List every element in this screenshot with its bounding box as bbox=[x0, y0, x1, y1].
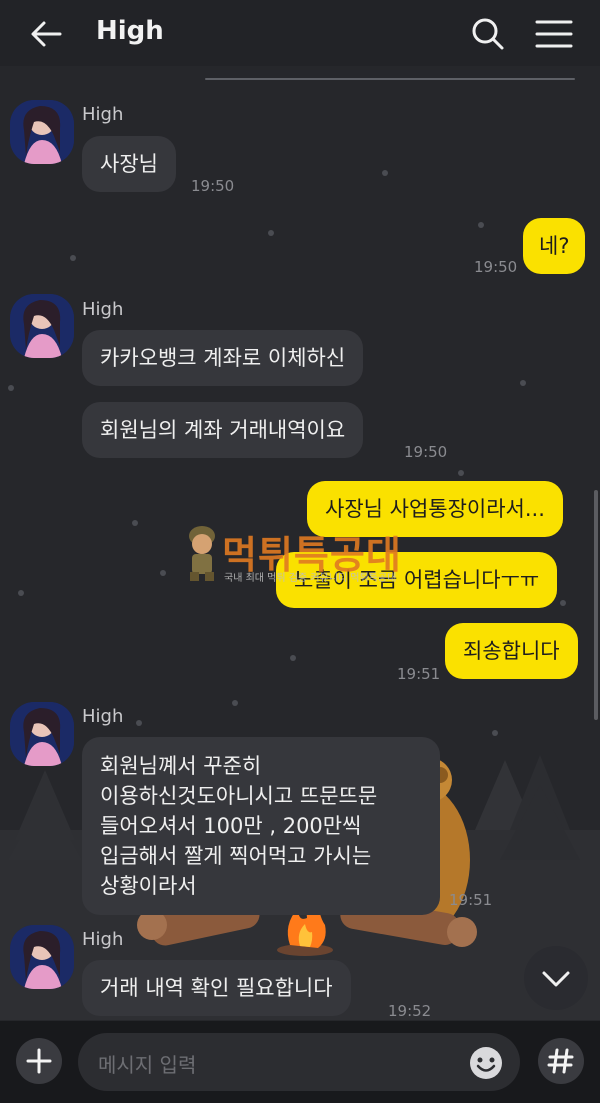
message-line: 들어오셔서 100만 , 200만씩 bbox=[100, 814, 362, 838]
avatar[interactable] bbox=[10, 100, 74, 164]
hash-icon bbox=[547, 1048, 574, 1074]
message-line: 상황이라서 bbox=[100, 874, 197, 898]
message-time: 19:52 bbox=[388, 1002, 432, 1020]
message-line: 회원님꼐서 꾸준히 bbox=[100, 754, 262, 778]
sender-name: High bbox=[82, 706, 124, 727]
message-bubble[interactable]: 거래 내역 확인 필요합니다 bbox=[82, 960, 351, 1016]
avatar[interactable] bbox=[10, 702, 74, 766]
hamburger-menu-icon[interactable] bbox=[532, 14, 576, 54]
message-time: 19:50 bbox=[191, 177, 235, 195]
chevron-down-icon bbox=[542, 971, 570, 987]
search-icon[interactable] bbox=[468, 14, 508, 54]
hashtag-button[interactable] bbox=[538, 1038, 584, 1084]
mascot-icon bbox=[189, 526, 215, 581]
emoji-icon[interactable] bbox=[468, 1045, 504, 1081]
message-line: 입금해서 짤게 찍어먹고 가시는 bbox=[100, 844, 372, 868]
message-time: 19:51 bbox=[397, 665, 441, 683]
attach-button[interactable] bbox=[16, 1038, 62, 1084]
chat-title: High bbox=[96, 16, 164, 46]
message-bubble[interactable]: 카카오뱅크 계좌로 이체하신 bbox=[82, 330, 364, 386]
message-input-placeholder: 메시지 입력 bbox=[98, 1053, 197, 1077]
back-arrow-icon[interactable] bbox=[26, 14, 66, 54]
watermark: 먹튀특공대 국내 최대 먹튀 검증 커뮤니티 먹튀특공대 bbox=[182, 520, 442, 590]
message-bubble[interactable]: 회원님의 계좌 거래내역이요 bbox=[82, 402, 364, 458]
scrollbar-thumb[interactable] bbox=[594, 490, 598, 720]
message-time: 19:51 bbox=[449, 891, 493, 909]
scroll-to-bottom-button[interactable] bbox=[524, 946, 588, 1010]
avatar[interactable] bbox=[10, 925, 74, 989]
message-time: 19:50 bbox=[404, 443, 448, 461]
message-bubble[interactable]: 네? bbox=[523, 218, 586, 274]
previous-message-edge bbox=[205, 78, 575, 80]
sender-name: High bbox=[82, 299, 124, 320]
plus-icon bbox=[26, 1048, 52, 1074]
message-time: 19:50 bbox=[474, 258, 518, 276]
message-bubble[interactable]: 회원님꼐서 꾸준히 이용하신것도아니시고 뜨문뜨문 들어오셔서 100만 , 2… bbox=[82, 737, 440, 915]
message-bubble[interactable]: 사장님 bbox=[82, 136, 176, 192]
avatar[interactable] bbox=[10, 294, 74, 358]
sender-name: High bbox=[82, 929, 124, 950]
watermark-subtitle: 국내 최대 먹튀 검증 커뮤니티 먹튀특공대 bbox=[224, 573, 397, 584]
message-input[interactable]: 메시지 입력 bbox=[78, 1033, 520, 1091]
chat-header: High bbox=[0, 0, 600, 66]
message-bubble[interactable]: 죄송합니다 bbox=[445, 623, 578, 679]
message-line: 이용하신것도아니시고 뜨문뜨문 bbox=[100, 784, 378, 808]
message-input-bar: 메시지 입력 bbox=[0, 1021, 600, 1103]
sender-name: High bbox=[82, 104, 124, 125]
